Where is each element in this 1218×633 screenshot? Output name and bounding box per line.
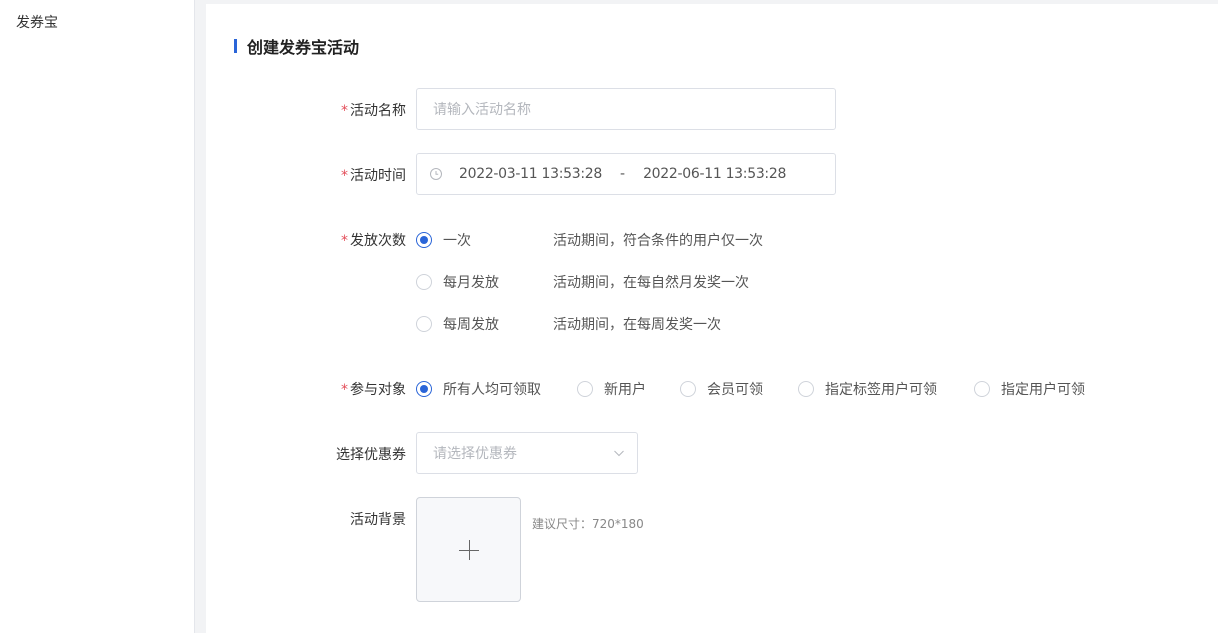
radio-unchecked[interactable] (416, 316, 432, 332)
audience-option-all[interactable]: 所有人均可领取 (416, 379, 541, 399)
sidebar-item-label: 发券宝 (16, 15, 58, 31)
sidebar-item-fajuanbao[interactable]: 发券宝 (16, 12, 58, 32)
background-upload-button[interactable] (416, 497, 521, 602)
start-time[interactable]: 2022-03-11 13:53:28 (459, 166, 602, 182)
frequency-option-desc: 活动期间，在每自然月发奖一次 (553, 275, 749, 291)
audience-option-label: 会员可领 (707, 382, 763, 398)
activity-name-placeholder: 请输入活动名称 (433, 102, 531, 118)
frequency-option-label: 一次 (443, 233, 471, 249)
activity-time-label: * 活动时间 (341, 168, 406, 184)
frequency-option-label: 每周发放 (443, 317, 499, 333)
frequency-option-desc: 活动期间，符合条件的用户仅一次 (553, 233, 763, 249)
radio-unchecked[interactable] (974, 381, 990, 397)
activity-time-range-picker[interactable]: 2022-03-11 13:53:28 - 2022-06-11 13:53:2… (416, 153, 836, 195)
frequency-option-once[interactable]: 一次 活动期间，符合条件的用户仅一次 (416, 230, 976, 250)
radio-unchecked[interactable] (798, 381, 814, 397)
title-accent-bar (234, 39, 237, 53)
required-mark: * (341, 103, 348, 119)
chevron-down-icon (613, 447, 625, 459)
audience-option-label: 所有人均可领取 (443, 382, 541, 398)
time-separator: - (620, 166, 626, 182)
required-mark: * (341, 168, 348, 184)
frequency-label: * 发放次数 (341, 233, 406, 249)
audience-option-member[interactable]: 会员可领 (680, 379, 763, 399)
background-size-hint: 建议尺寸：720*180 (532, 517, 644, 531)
frequency-option-weekly[interactable]: 每周发放 活动期间，在每周发奖一次 (416, 314, 976, 334)
radio-unchecked[interactable] (680, 381, 696, 397)
activity-name-input[interactable]: 请输入活动名称 (416, 88, 836, 130)
required-mark: * (341, 382, 348, 398)
required-mark: * (341, 233, 348, 249)
coupon-select[interactable]: 请选择优惠券 (416, 432, 638, 474)
main-panel: 创建发券宝活动 * 活动名称 请输入活动名称 * 活动时间 2022-03-11 1… (206, 4, 1218, 633)
radio-checked[interactable] (416, 232, 432, 248)
coupon-select-placeholder: 请选择优惠券 (433, 446, 517, 462)
activity-name-label: * 活动名称 (341, 103, 406, 119)
frequency-option-desc: 活动期间，在每周发奖一次 (553, 317, 721, 333)
audience-option-specified-users[interactable]: 指定用户可领 (974, 379, 1085, 399)
radio-unchecked[interactable] (416, 274, 432, 290)
radio-unchecked[interactable] (577, 381, 593, 397)
radio-checked[interactable] (416, 381, 432, 397)
frequency-option-monthly[interactable]: 每月发放 活动期间，在每自然月发奖一次 (416, 272, 976, 292)
page-header: 创建发券宝活动 (234, 36, 360, 57)
audience-option-label: 新用户 (604, 382, 646, 398)
frequency-option-label: 每月发放 (443, 275, 499, 291)
audience-option-tagged-users[interactable]: 指定标签用户可领 (798, 379, 937, 399)
clock-icon (429, 167, 443, 181)
sidebar: 发券宝 (0, 0, 195, 633)
background-label: 活动背景 (350, 512, 406, 528)
audience-option-label: 指定标签用户可领 (825, 382, 937, 398)
page-title: 创建发券宝活动 (247, 38, 360, 57)
audience-option-new-user[interactable]: 新用户 (577, 379, 646, 399)
audience-option-label: 指定用户可领 (1001, 382, 1085, 398)
audience-label: * 参与对象 (341, 382, 406, 398)
coupon-label: 选择优惠券 (336, 447, 406, 463)
end-time[interactable]: 2022-06-11 13:53:28 (643, 166, 786, 182)
